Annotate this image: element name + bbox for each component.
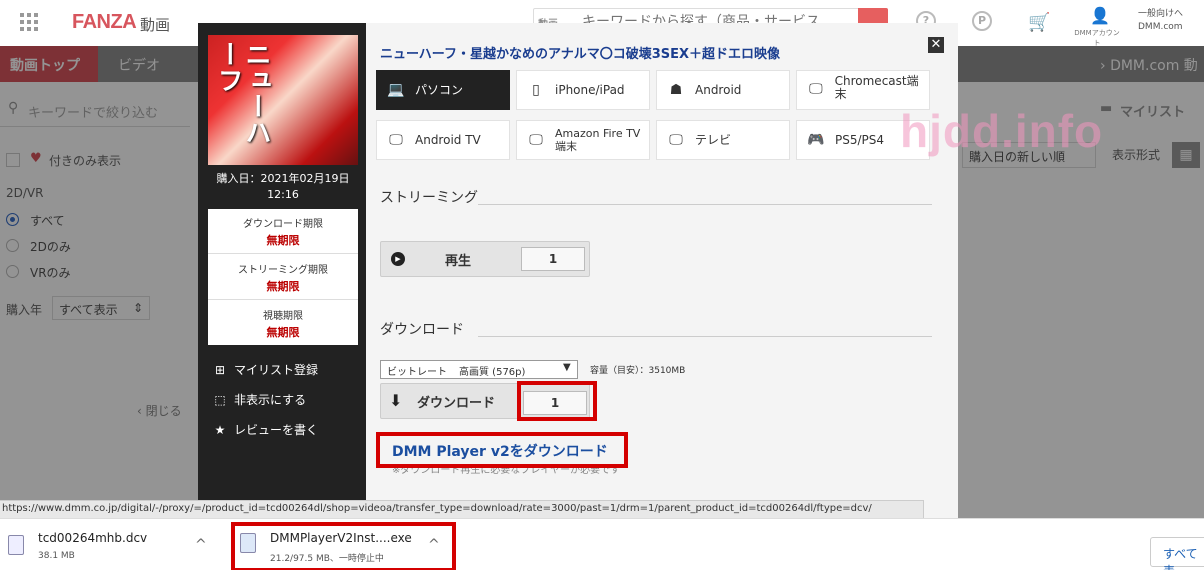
download-label: ダウンロード xyxy=(417,396,496,411)
bitrate-select[interactable]: ビットレート 高画質 (576p) ▼ xyxy=(380,360,578,379)
device-tv-label: テレビ xyxy=(695,132,732,147)
thumbnail-title: ニューハーフ xyxy=(213,41,271,145)
device-tab-android-tv[interactable]: 🖵 Android TV xyxy=(376,120,510,160)
play-button[interactable]: ▶ 再生 1 xyxy=(380,241,590,277)
download-section-title: ダウンロード xyxy=(380,322,464,338)
status-bar-url: https://www.dmm.co.jp/digital/-/proxy/=/… xyxy=(0,500,924,518)
monitor-icon: 🖵 xyxy=(809,81,823,97)
download-modal: ニューハーフ 購入日：2021年02月19日 12:16 ダウンロード期限 無期… xyxy=(198,23,958,518)
red-highlight-box xyxy=(231,522,456,570)
device-tab-fire-tv[interactable]: 🖵 Amazon Fire TV端末 xyxy=(516,120,650,160)
general-label-1: 一般向けへ xyxy=(1138,9,1184,19)
general-link[interactable]: 一般向けへ DMM.com xyxy=(1138,8,1183,34)
download-expiry: ダウンロード期限 無期限 xyxy=(208,209,358,254)
purchase-time-line: 12:16 xyxy=(267,188,299,201)
download-item-dcv[interactable]: tcd00264mhb.dcv 38.1 MB xyxy=(6,527,196,563)
laptop-icon: 💻 xyxy=(387,81,405,98)
expiry-info-box: ダウンロード期限 無期限 ストリーミング期限 無期限 視聴期限 無期限 xyxy=(208,209,358,345)
streaming-expiry: ストリーミング期限 無期限 xyxy=(208,255,358,300)
modal-close-button[interactable]: ✕ xyxy=(928,37,944,53)
monitor-icon: 🖵 xyxy=(669,131,683,148)
device-firetv-label: Amazon Fire TV端末 xyxy=(555,127,641,153)
download-file-name: tcd00264mhb.dcv xyxy=(38,531,148,545)
viewing-expiry: 視聴期限 無期限 xyxy=(208,301,358,346)
modal-sidebar: ニューハーフ 購入日：2021年02月19日 12:16 ダウンロード期限 無期… xyxy=(198,23,366,518)
chevron-up-icon[interactable]: ^ xyxy=(195,537,207,553)
account-label: DMMアカウント xyxy=(1074,29,1120,47)
device-iphone-label: iPhone/iPad xyxy=(555,82,625,97)
viewing-expiry-value: 無期限 xyxy=(266,326,300,339)
bitrate-label: ビットレート xyxy=(387,367,447,378)
purchase-date-line: 購入日：2021年02月19日 xyxy=(216,172,350,185)
viewing-expiry-label: 視聴期限 xyxy=(263,311,303,322)
add-to-mylist-action[interactable]: ⊞ マイリスト登録 xyxy=(212,361,318,378)
purchase-date: 購入日：2021年02月19日 12:16 xyxy=(208,165,358,209)
account-icon[interactable]: 👤 xyxy=(1085,6,1115,25)
file-icon xyxy=(8,535,24,555)
fanza-logo[interactable]: FANZA xyxy=(72,11,137,34)
red-highlight-box xyxy=(517,381,597,421)
hide-icon: ⬚ xyxy=(214,393,226,407)
red-highlight-box xyxy=(376,432,628,468)
streaming-expiry-value: 無期限 xyxy=(266,280,300,293)
product-title: ニューハーフ・星越かなめのアナルマ〇コ破壊3SEX＋超ドエロ映像 xyxy=(380,47,781,62)
device-chromecast-label: Chromecast端末 xyxy=(834,74,919,101)
download-icon: ⬇ xyxy=(389,391,403,410)
play-label: 再生 xyxy=(445,254,472,269)
android-icon: ☗ xyxy=(669,81,683,98)
device-tab-tv[interactable]: 🖵 テレビ xyxy=(656,120,790,160)
apps-grid-icon[interactable] xyxy=(20,13,38,31)
monitor-icon: 🖵 xyxy=(529,131,543,148)
write-review-label: レビューを書く xyxy=(234,423,319,437)
bitrate-value: 高画質 (576p) xyxy=(459,367,526,378)
download-file-size: 38.1 MB xyxy=(38,551,75,561)
modal-content: ニューハーフ・星越かなめのアナルマ〇コ破壊3SEX＋超ドエロ映像 ✕ 💻 パソコン… xyxy=(366,23,958,518)
hide-action[interactable]: ⬚ 非表示にする xyxy=(212,391,306,408)
add-to-mylist-label: マイリスト登録 xyxy=(234,363,319,377)
play-part-selector[interactable]: 1 xyxy=(521,247,585,271)
hide-label: 非表示にする xyxy=(234,393,307,407)
divider xyxy=(478,204,932,205)
folder-plus-icon: ⊞ xyxy=(214,363,226,377)
device-ps-label: PS5/PS4 xyxy=(835,132,885,147)
device-tab-iphone[interactable]: ▯ iPhone/iPad xyxy=(516,70,650,110)
file-capacity: 容量（目安）：3510MB xyxy=(590,366,686,376)
gamepad-icon: 🎮 xyxy=(807,131,825,148)
write-review-action[interactable]: ★ レビューを書く xyxy=(212,421,318,438)
device-tab-pc[interactable]: 💻 パソコン xyxy=(376,70,510,110)
device-android-label: Android xyxy=(695,82,742,97)
device-tab-android[interactable]: ☗ Android xyxy=(656,70,790,110)
download-expiry-value: 無期限 xyxy=(266,234,300,247)
play-icon: ▶ xyxy=(391,252,405,266)
streaming-section-title: ストリーミング xyxy=(380,190,478,206)
product-thumbnail: ニューハーフ xyxy=(208,35,358,165)
download-shelf: tcd00264mhb.dcv 38.1 MB ^ DMMPlayerV2Ins… xyxy=(0,518,1204,570)
cart-icon[interactable]: 🛒 xyxy=(1028,12,1050,33)
download-expiry-label: ダウンロード期限 xyxy=(243,219,323,230)
star-icon: ★ xyxy=(214,423,226,437)
general-label-2: DMM.com xyxy=(1138,22,1183,32)
phone-icon: ▯ xyxy=(532,81,540,98)
show-all-downloads-button[interactable]: すべて表 xyxy=(1150,537,1204,570)
monitor-icon: 🖵 xyxy=(389,131,403,148)
device-pc-label: パソコン xyxy=(415,82,464,97)
divider xyxy=(478,336,932,337)
device-androidtv-label: Android TV xyxy=(415,132,481,147)
logo-subtitle: 動画 xyxy=(140,16,171,34)
dropdown-arrow-icon: ▼ xyxy=(563,362,571,373)
points-icon[interactable]: P xyxy=(972,11,992,31)
watermark-text: hjdd.info xyxy=(900,105,1104,157)
streaming-expiry-label: ストリーミング期限 xyxy=(238,265,328,276)
